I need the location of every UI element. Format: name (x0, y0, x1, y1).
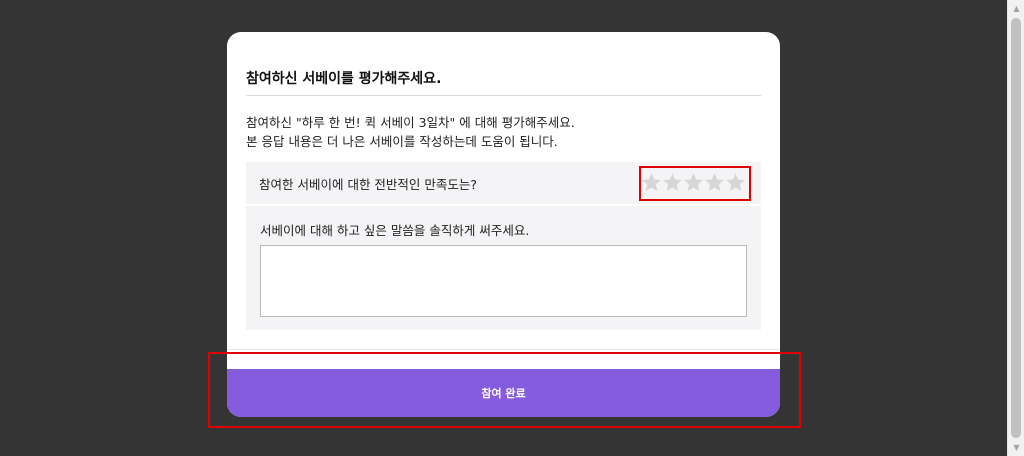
comment-label: 서베이에 대해 하고 싶은 말씀을 솔직하게 써주세요. (260, 223, 530, 238)
rating-label: 참여한 서베이에 대한 전반적인 만족도는? (259, 176, 478, 192)
star-rating-highlight-box (639, 166, 751, 201)
bottom-divider (227, 349, 780, 350)
comment-textarea[interactable] (260, 245, 747, 317)
scroll-up-arrow-icon[interactable]: ▲ (1008, 0, 1024, 17)
submit-button-highlight-box (208, 352, 801, 428)
scroll-thumb[interactable] (1011, 18, 1021, 438)
description-line-2: 본 응답 내용은 더 나은 서베이를 작성하는데 도움이 됩니다. (246, 134, 558, 149)
description-line-1: 참여하신 "하루 한 번! 퀵 서베이 3일차" 에 대해 평가해주세요. (246, 115, 575, 130)
modal-description: 참여하신 "하루 한 번! 퀵 서베이 3일차" 에 대해 평가해주세요. 본 … (246, 113, 766, 151)
page-scrollbar[interactable]: ▲ ▼ (1007, 0, 1024, 456)
scroll-down-arrow-icon[interactable]: ▼ (1008, 439, 1024, 456)
comment-section: 서베이에 대해 하고 싶은 말씀을 솔직하게 써주세요. (246, 206, 761, 330)
title-divider (246, 95, 761, 96)
modal-title: 참여하신 서베이를 평가해주세요. (246, 71, 442, 87)
